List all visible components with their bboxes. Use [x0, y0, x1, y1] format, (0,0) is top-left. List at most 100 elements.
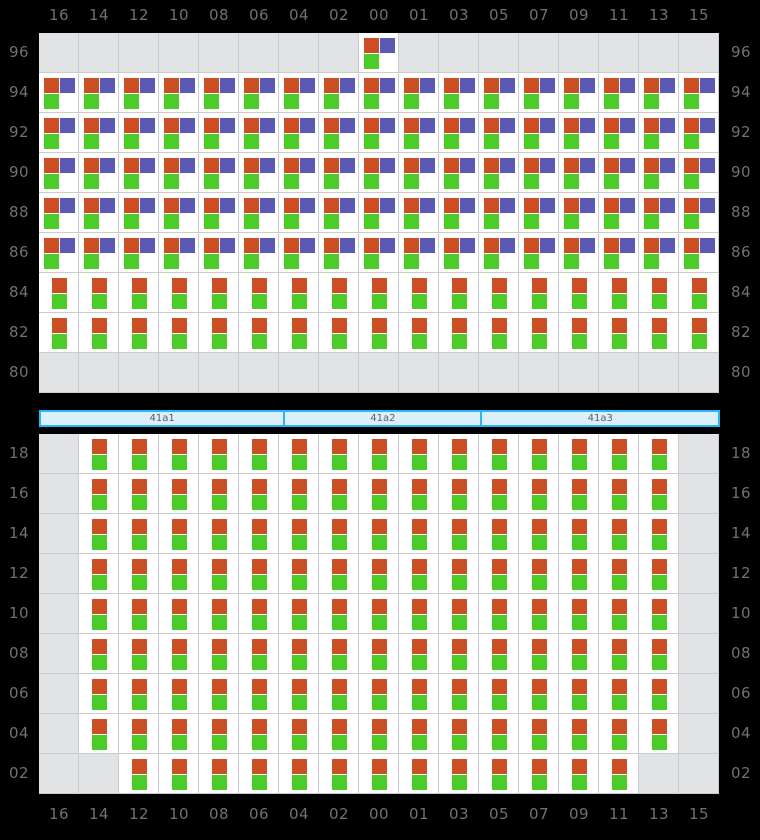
- seat-cell[interactable]: [479, 594, 519, 634]
- seat-cell[interactable]: [199, 514, 239, 554]
- seat-cell[interactable]: [39, 313, 79, 353]
- seat-cell[interactable]: [559, 514, 599, 554]
- section-divider-bar[interactable]: 41a1 41a2 41a3: [39, 410, 720, 427]
- seat-cell[interactable]: [159, 634, 199, 674]
- seat-cell[interactable]: [279, 474, 319, 514]
- seat-cell[interactable]: [359, 193, 399, 233]
- seat-cell[interactable]: [79, 193, 119, 233]
- seat-cell[interactable]: [559, 153, 599, 193]
- seat-cell[interactable]: [639, 233, 679, 273]
- seat-cell[interactable]: [279, 514, 319, 554]
- seat-cell[interactable]: [159, 113, 199, 153]
- seat-cell[interactable]: [439, 634, 479, 674]
- seat-cell[interactable]: [279, 313, 319, 353]
- lower-seat-grid[interactable]: [39, 434, 719, 794]
- seat-cell[interactable]: [359, 674, 399, 714]
- seat-cell[interactable]: [439, 153, 479, 193]
- seat-cell[interactable]: [599, 313, 639, 353]
- seat-cell[interactable]: [359, 273, 399, 313]
- seat-cell[interactable]: [639, 313, 679, 353]
- seat-cell[interactable]: [79, 474, 119, 514]
- section-41a1[interactable]: 41a1: [41, 412, 286, 425]
- seat-cell[interactable]: [359, 514, 399, 554]
- seat-cell[interactable]: [519, 233, 559, 273]
- seat-cell[interactable]: [679, 313, 719, 353]
- seat-cell[interactable]: [119, 73, 159, 113]
- seat-cell[interactable]: [159, 434, 199, 474]
- seat-cell[interactable]: [319, 634, 359, 674]
- seat-cell[interactable]: [439, 193, 479, 233]
- seat-cell[interactable]: [79, 674, 119, 714]
- seat-cell[interactable]: [279, 73, 319, 113]
- seat-cell[interactable]: [199, 313, 239, 353]
- seat-cell[interactable]: [599, 73, 639, 113]
- seat-cell[interactable]: [439, 754, 479, 794]
- seat-cell[interactable]: [399, 434, 439, 474]
- seat-cell[interactable]: [79, 594, 119, 634]
- seat-cell[interactable]: [599, 434, 639, 474]
- seat-cell[interactable]: [679, 153, 719, 193]
- seat-cell[interactable]: [599, 233, 639, 273]
- seat-cell[interactable]: [279, 153, 319, 193]
- seat-cell[interactable]: [639, 434, 679, 474]
- seat-cell[interactable]: [159, 554, 199, 594]
- seat-cell[interactable]: [119, 434, 159, 474]
- seat-cell[interactable]: [479, 73, 519, 113]
- seat-cell[interactable]: [159, 273, 199, 313]
- seat-cell[interactable]: [559, 754, 599, 794]
- seat-cell[interactable]: [319, 434, 359, 474]
- seat-cell[interactable]: [399, 594, 439, 634]
- seat-cell[interactable]: [199, 73, 239, 113]
- seat-cell[interactable]: [279, 273, 319, 313]
- seat-cell[interactable]: [359, 634, 399, 674]
- seat-cell[interactable]: [239, 113, 279, 153]
- seat-cell[interactable]: [119, 193, 159, 233]
- seat-cell[interactable]: [599, 594, 639, 634]
- seat-cell[interactable]: [359, 474, 399, 514]
- seat-cell[interactable]: [39, 233, 79, 273]
- seat-cell[interactable]: [319, 73, 359, 113]
- seat-cell[interactable]: [359, 554, 399, 594]
- seat-cell[interactable]: [519, 273, 559, 313]
- seat-cell[interactable]: [559, 233, 599, 273]
- seat-cell[interactable]: [239, 554, 279, 594]
- seat-cell[interactable]: [159, 153, 199, 193]
- seat-cell[interactable]: [399, 634, 439, 674]
- seat-cell[interactable]: [319, 113, 359, 153]
- seat-cell[interactable]: [39, 113, 79, 153]
- seat-cell[interactable]: [559, 434, 599, 474]
- seat-cell[interactable]: [359, 113, 399, 153]
- seat-cell[interactable]: [439, 474, 479, 514]
- upper-seat-grid[interactable]: [39, 33, 719, 393]
- seat-cell[interactable]: [279, 594, 319, 634]
- seat-cell[interactable]: [479, 634, 519, 674]
- seat-cell[interactable]: [439, 233, 479, 273]
- seat-cell[interactable]: [39, 193, 79, 233]
- seat-cell[interactable]: [399, 714, 439, 754]
- seat-cell[interactable]: [159, 514, 199, 554]
- seat-cell[interactable]: [639, 474, 679, 514]
- seat-cell[interactable]: [559, 714, 599, 754]
- seat-cell[interactable]: [639, 153, 679, 193]
- section-41a3[interactable]: 41a3: [482, 412, 718, 425]
- seat-cell[interactable]: [479, 193, 519, 233]
- seat-cell[interactable]: [279, 434, 319, 474]
- seat-cell[interactable]: [119, 153, 159, 193]
- seat-cell[interactable]: [479, 674, 519, 714]
- seat-cell[interactable]: [599, 634, 639, 674]
- seat-cell[interactable]: [599, 193, 639, 233]
- seat-cell[interactable]: [639, 193, 679, 233]
- seat-cell[interactable]: [319, 313, 359, 353]
- seat-cell[interactable]: [559, 474, 599, 514]
- seat-cell[interactable]: [159, 313, 199, 353]
- seat-cell[interactable]: [559, 554, 599, 594]
- seat-cell[interactable]: [119, 313, 159, 353]
- seat-cell[interactable]: [199, 273, 239, 313]
- seat-cell[interactable]: [199, 153, 239, 193]
- seat-cell[interactable]: [39, 153, 79, 193]
- seat-cell[interactable]: [399, 193, 439, 233]
- seat-cell[interactable]: [239, 634, 279, 674]
- seat-cell[interactable]: [239, 474, 279, 514]
- seat-cell[interactable]: [199, 113, 239, 153]
- seat-cell[interactable]: [239, 193, 279, 233]
